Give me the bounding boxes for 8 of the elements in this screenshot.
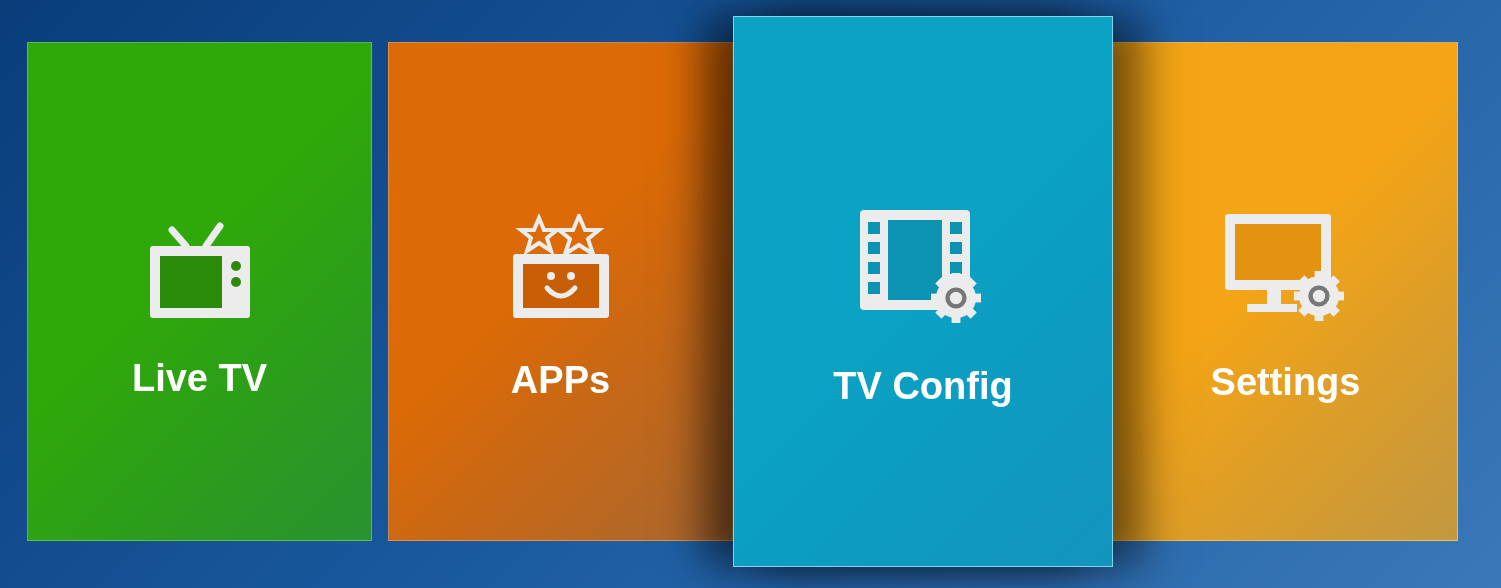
tile-label: TV Config [833,364,1013,409]
menu-tile[interactable]: Settings [1113,42,1458,541]
tile-label: APPs [510,358,611,403]
menu-tile[interactable]: Live TV [27,42,372,541]
menu-tile[interactable]: APPs [388,42,733,541]
menu-tile[interactable]: TV Config [733,16,1113,567]
tile-label: Settings [1210,360,1361,405]
tile-label: Live TV [131,356,268,401]
